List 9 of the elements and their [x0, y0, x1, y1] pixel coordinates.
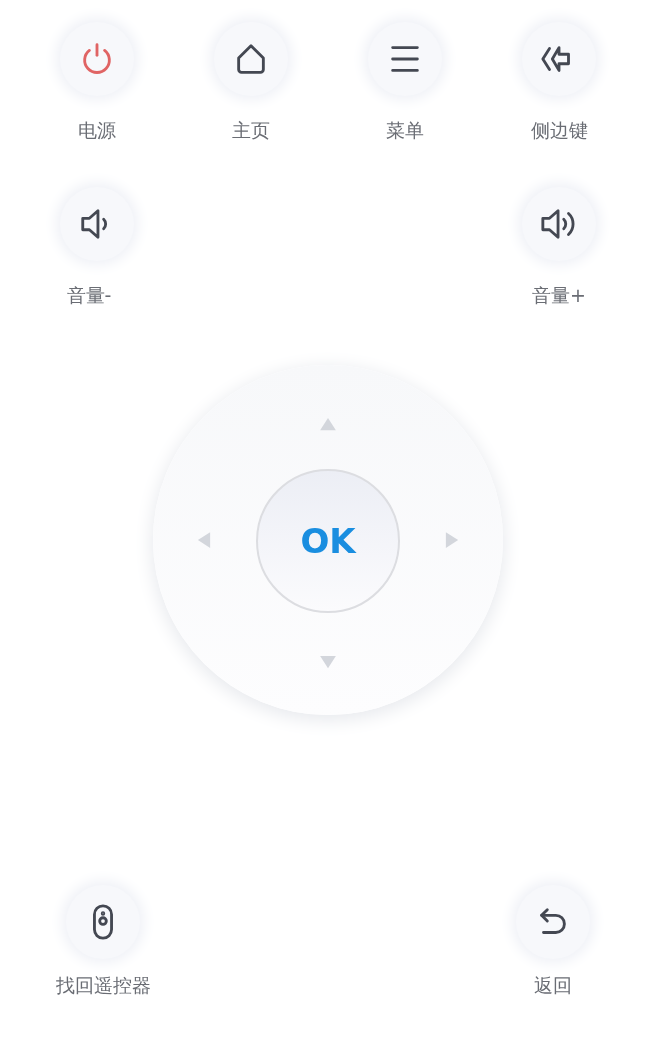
button-label: 电源	[78, 118, 116, 143]
button-label: 侧边键	[530, 118, 588, 143]
button-label: 返回	[534, 973, 572, 998]
button-label: 音量-	[66, 283, 112, 308]
button-label: 找回遥控器	[55, 973, 151, 998]
button-label: 主页	[232, 118, 270, 143]
button-label: 音量+	[532, 283, 586, 308]
button-label: 菜单	[386, 118, 424, 143]
ok-button[interactable]: OK	[256, 469, 400, 613]
